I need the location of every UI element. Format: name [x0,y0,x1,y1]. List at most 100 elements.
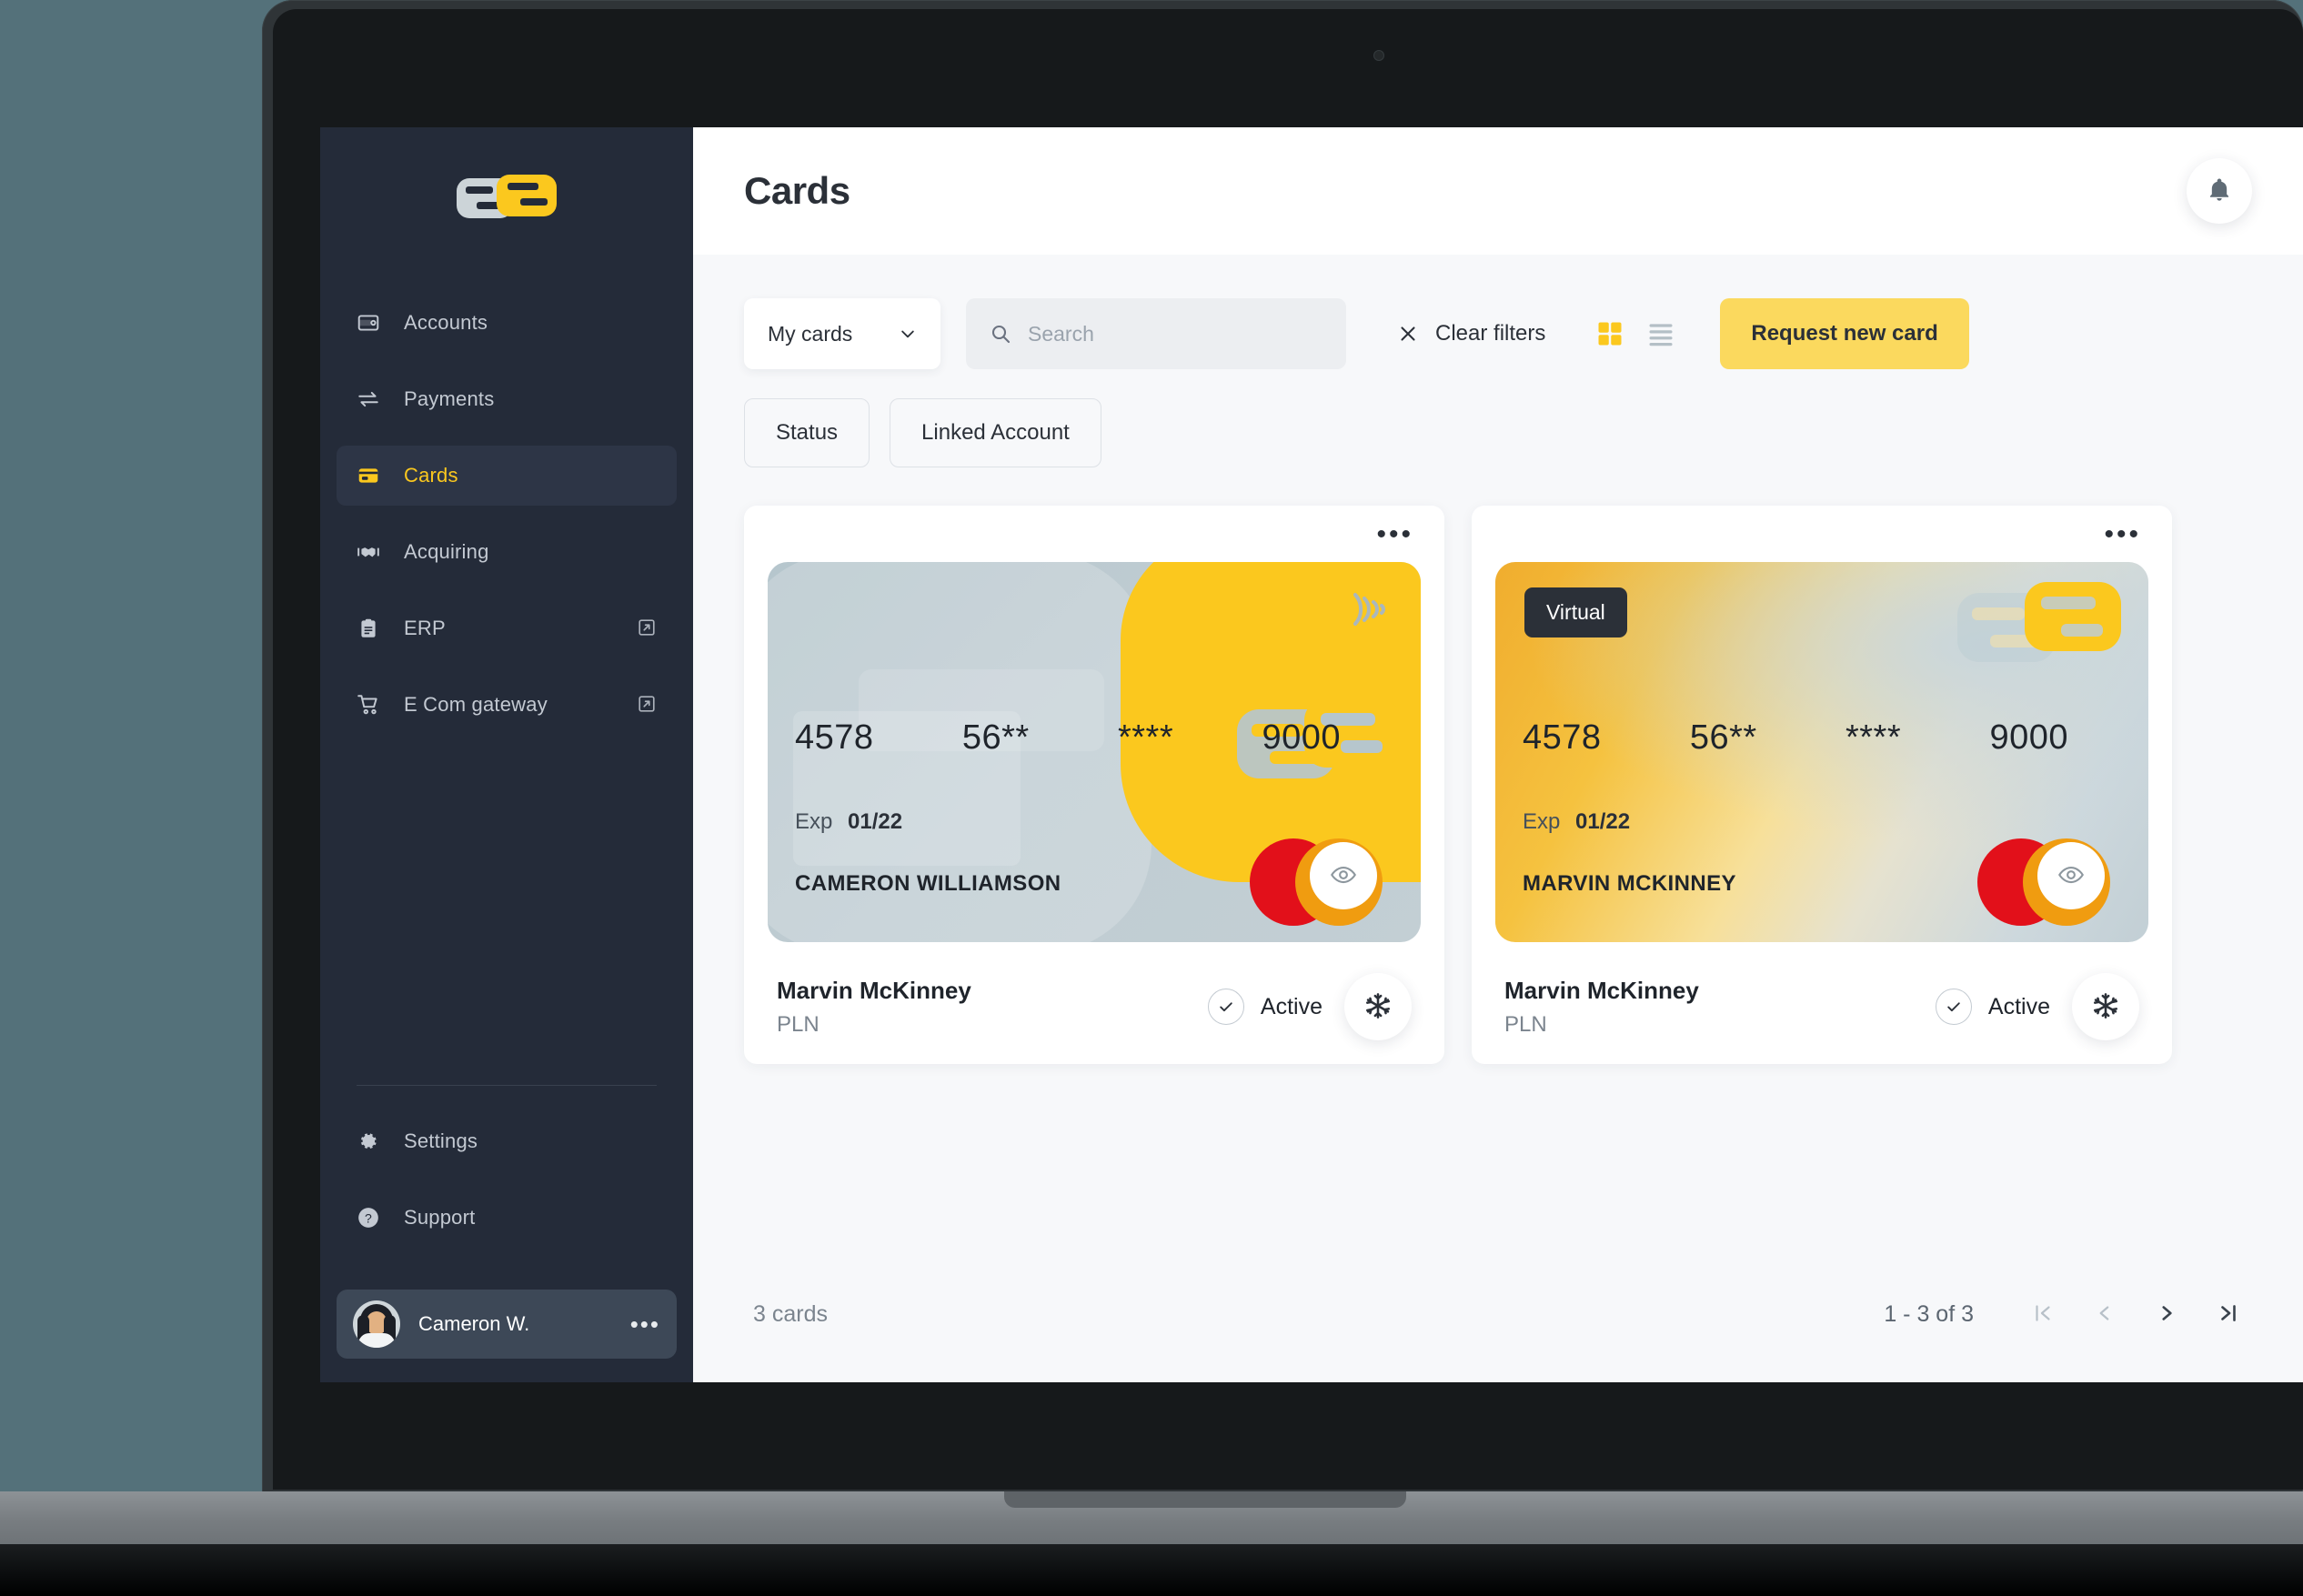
chevron-down-icon [899,325,917,343]
sidebar-item-cards[interactable]: Cards [337,446,677,506]
sidebar: Accounts Payments Cards Acquiring ERP E … [320,127,693,1382]
clipboard-icon [355,615,382,642]
eye-icon [2057,861,2085,891]
card-scope-value: My cards [768,321,853,346]
sidebar-item-label: Payments [404,387,495,410]
credit-card-visual: 4578 56** **** 9000 Exp 01/22 CAMERON WI… [768,562,1421,942]
card-number: 4578 56** **** 9000 [795,718,1341,758]
last-page-icon [2217,1301,2240,1328]
status-badge: Active [1935,989,2050,1025]
card-holder-name: CAMERON WILLIAMSON [795,871,1061,896]
primary-navigation: Accounts Payments Cards Acquiring ERP E … [320,293,693,751]
snowflake-icon [2091,991,2120,1023]
reveal-card-number-button[interactable] [1310,842,1377,909]
card-currency: PLN [777,1011,820,1037]
card-expiry-value: 01/22 [1575,809,1631,834]
card-expiry-label: Exp [1523,809,1561,834]
next-page-button[interactable] [2152,1300,2181,1329]
avatar [353,1300,400,1348]
last-page-button[interactable] [2214,1300,2243,1329]
page-title: Cards [744,169,850,212]
sidebar-item-payments[interactable]: Payments [337,369,677,429]
check-circle-icon [1935,989,1972,1025]
prev-page-button[interactable] [2090,1300,2119,1329]
main-content: Cards My cards Search Clear filters Requ… [693,127,2303,1382]
notifications-button[interactable] [2187,158,2252,224]
card-number-group: 9000 [1989,718,2068,757]
contactless-icon [1346,584,1390,633]
grid-view-icon[interactable] [1596,320,1624,347]
sidebar-item-label: E Com gateway [404,693,548,716]
freeze-card-button[interactable] [2072,973,2139,1040]
filter-chip-linked-account[interactable]: Linked Account [890,398,1101,467]
status-badge: Active [1207,989,1322,1025]
reveal-card-number-button[interactable] [2037,842,2105,909]
card-expiry-label: Exp [795,809,833,834]
card-number-group: 4578 [795,718,874,757]
card-expiry: Exp 01/22 [795,809,902,835]
sidebar-item-label: Acquiring [404,540,489,563]
svg-text:?: ? [365,1210,372,1225]
sidebar-item-support[interactable]: ? Support [337,1188,677,1248]
external-link-icon[interactable] [637,617,659,639]
card-icon [355,462,382,489]
sidebar-item-ecom-gateway[interactable]: E Com gateway [337,675,677,735]
card-number-group: **** [1845,718,1902,757]
filter-chip-status[interactable]: Status [744,398,870,467]
sidebar-item-settings[interactable]: Settings [337,1111,677,1171]
card-number-group: 56** [1689,718,1757,757]
prev-page-icon [2093,1301,2117,1328]
clear-filters-button[interactable]: Clear filters [1397,321,1545,346]
webcam-dot [1373,50,1384,61]
sidebar-item-label: Accounts [404,311,488,334]
card-owner-name: Marvin McKinney [1504,976,1699,1004]
search-input[interactable] [1028,321,1322,346]
request-new-card-button[interactable]: Request new card [1720,298,1969,369]
card-currency: PLN [1504,1011,1547,1037]
sidebar-item-label: Settings [404,1129,478,1152]
gear-icon [355,1128,382,1155]
secondary-navigation: Settings ? Support [320,1111,693,1282]
card-expiry-value: 01/22 [848,809,903,834]
user-profile-chip[interactable]: Cameron W. ••• [337,1290,677,1359]
status-label: Active [1260,993,1322,1019]
eye-icon [1330,861,1357,891]
handshake-icon [355,538,382,566]
user-name: Cameron W. [418,1312,530,1335]
card-menu-icon[interactable]: ••• [2104,521,2141,548]
sidebar-item-label: Cards [404,464,458,487]
sidebar-item-label: Support [404,1206,476,1229]
filter-chips: Status Linked Account [744,398,2252,467]
sidebar-item-erp[interactable]: ERP [337,598,677,658]
search-icon [990,323,1011,345]
check-circle-icon [1207,989,1244,1025]
clear-filters-label: Clear filters [1435,321,1546,346]
card-footer: Marvin McKinney PLN Active [768,973,1421,1040]
card-number-group: 4578 [1523,718,1602,757]
status-label: Active [1987,993,2050,1019]
first-page-button[interactable] [2028,1300,2057,1329]
question-icon: ? [355,1204,382,1231]
list-footer: 3 cards 1 - 3 of 3 [744,1273,2252,1382]
card-owner: Marvin McKinney PLN [1504,977,1936,1038]
sidebar-item-accounts[interactable]: Accounts [337,293,677,353]
card-owner-name: Marvin McKinney [777,976,971,1004]
virtual-badge: Virtual [1524,587,1627,637]
sidebar-divider [357,1085,657,1086]
external-link-icon[interactable] [637,694,659,716]
sidebar-item-acquiring[interactable]: Acquiring [337,522,677,582]
card-panel: ••• 4578 56** **** 9000 Exp 01/22 CAMERO… [744,506,1444,1064]
card-menu-icon[interactable]: ••• [1376,521,1413,548]
cards-count: 3 cards [753,1300,828,1327]
snowflake-icon [1363,991,1393,1023]
search-box[interactable] [966,298,1346,369]
list-view-icon[interactable] [1647,320,1674,347]
cards-toolbar: My cards Search Clear filters Request ne… [744,298,2252,369]
wallet-icon [355,309,382,336]
user-menu-icon[interactable]: ••• [630,1312,660,1336]
freeze-card-button[interactable] [1344,973,1412,1040]
credit-card-visual: Virtual 4578 56** **** 9000 Exp 01/22 MA… [1495,562,2148,942]
card-scope-select[interactable]: My cards [744,298,940,369]
card-brand-logo-icon [1957,582,2121,669]
brand-logo-icon [457,175,557,222]
